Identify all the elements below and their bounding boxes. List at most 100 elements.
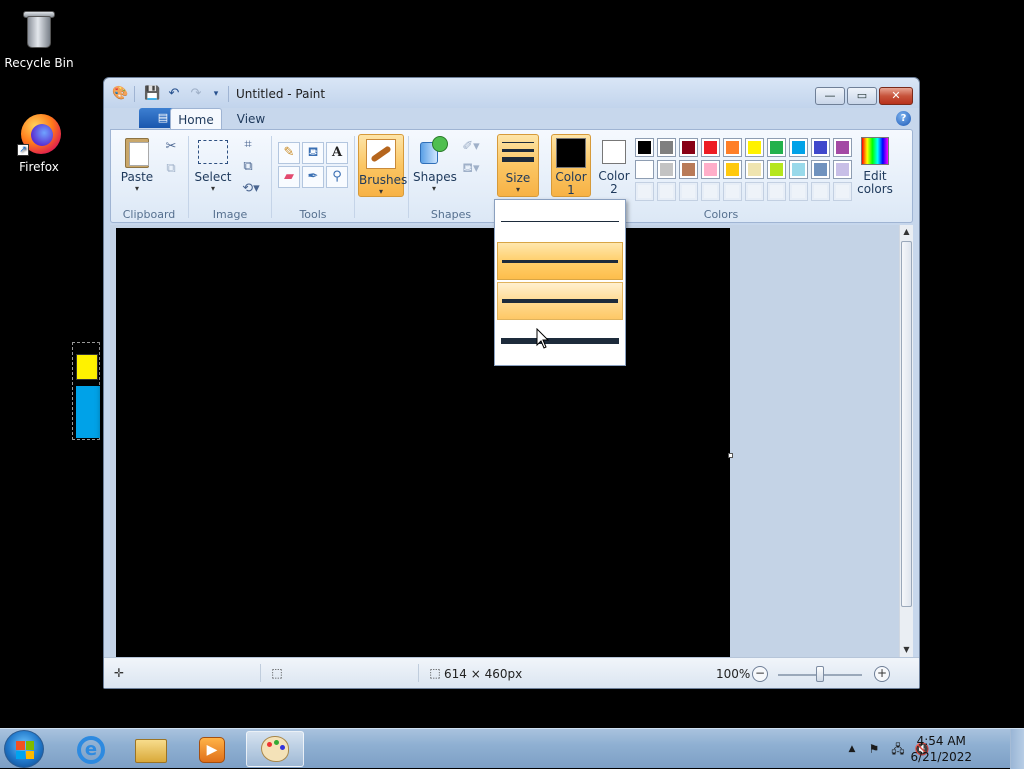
shapes-icon bbox=[418, 136, 450, 166]
palette-color-swatch[interactable] bbox=[745, 138, 764, 157]
shapes-button[interactable]: Shapes ▾ bbox=[413, 136, 457, 193]
palette-color-swatch[interactable] bbox=[657, 160, 676, 179]
help-icon[interactable]: ? bbox=[896, 111, 911, 126]
palette-color-swatch[interactable] bbox=[701, 138, 720, 157]
palette-color-swatch[interactable] bbox=[635, 160, 654, 179]
zoom-out-icon[interactable]: − bbox=[752, 666, 768, 682]
scroll-up-arrow-icon[interactable]: ▲ bbox=[900, 225, 913, 239]
palette-color-swatch[interactable] bbox=[723, 160, 742, 179]
outline-icon[interactable]: ✐▾ bbox=[457, 136, 485, 158]
media-player-icon: ▶ bbox=[199, 737, 225, 763]
drawing-canvas[interactable] bbox=[116, 228, 730, 658]
scroll-down-arrow-icon[interactable]: ▼ bbox=[900, 643, 913, 657]
shapes-group-label: Shapes bbox=[430, 208, 472, 221]
palette-custom-color-slot[interactable] bbox=[811, 182, 830, 201]
palette-custom-color-slot[interactable] bbox=[679, 182, 698, 201]
zoom-slider-thumb[interactable] bbox=[816, 666, 824, 682]
color-spectrum-icon bbox=[861, 137, 889, 165]
magnifier-icon[interactable]: ⚲ bbox=[326, 166, 348, 188]
start-button[interactable] bbox=[4, 730, 44, 768]
zoom-in-icon[interactable]: + bbox=[874, 666, 890, 682]
rotate-icon[interactable]: ⟲▾ bbox=[237, 178, 265, 200]
resize-icon[interactable]: ⧉ bbox=[237, 156, 259, 178]
palette-color-swatch[interactable] bbox=[767, 160, 786, 179]
size-option-3px[interactable] bbox=[497, 242, 623, 280]
show-desktop-button[interactable] bbox=[1010, 729, 1024, 769]
customize-toolbar-icon[interactable]: ▾ bbox=[208, 86, 224, 102]
palette-color-swatch[interactable] bbox=[833, 160, 852, 179]
size-option-8px[interactable] bbox=[497, 322, 623, 360]
paint-app-icon[interactable]: 🎨 bbox=[112, 86, 128, 102]
pencil-icon[interactable]: ✎ bbox=[278, 142, 300, 164]
paint-icon bbox=[261, 736, 289, 762]
tab-home[interactable]: Home bbox=[170, 108, 222, 130]
undo-icon[interactable]: ↶ bbox=[166, 86, 182, 102]
palette-color-swatch[interactable] bbox=[811, 160, 830, 179]
palette-custom-color-slot[interactable] bbox=[745, 182, 764, 201]
mouse-cursor-icon bbox=[536, 328, 550, 349]
close-button[interactable]: ✕ bbox=[879, 87, 913, 105]
paste-button[interactable]: Paste ▾ bbox=[117, 136, 157, 193]
fill-icon[interactable]: ⛾ bbox=[302, 142, 324, 164]
palette-custom-color-slot[interactable] bbox=[701, 182, 720, 201]
color1-button[interactable]: Color 1 bbox=[551, 134, 591, 197]
edit-colors-button[interactable]: Edit colors bbox=[855, 134, 895, 196]
crop-icon[interactable]: ⌗ bbox=[237, 134, 259, 156]
select-label: Select bbox=[194, 170, 232, 184]
size-option-1px[interactable] bbox=[497, 202, 623, 240]
copy-icon[interactable]: ⧉ bbox=[160, 158, 182, 180]
palette-color-swatch[interactable] bbox=[811, 138, 830, 157]
palette-color-swatch[interactable] bbox=[701, 160, 720, 179]
redo-icon[interactable]: ↷ bbox=[188, 86, 204, 102]
cut-icon[interactable]: ✂ bbox=[160, 136, 182, 158]
color2-button[interactable]: Color 2 bbox=[595, 134, 633, 197]
taskbar-media-player[interactable]: ▶ bbox=[182, 731, 240, 767]
palette-custom-color-slot[interactable] bbox=[723, 182, 742, 201]
palette-color-swatch[interactable] bbox=[635, 138, 654, 157]
save-icon[interactable]: 💾 bbox=[144, 86, 160, 102]
maximize-button[interactable]: ▭ bbox=[847, 87, 877, 105]
taskbar-paint[interactable] bbox=[246, 731, 304, 767]
palette-color-swatch[interactable] bbox=[679, 138, 698, 157]
firefox-desktop-icon[interactable]: ↗ Firefox bbox=[1, 112, 77, 174]
palette-custom-color-slot[interactable] bbox=[767, 182, 786, 201]
system-clock[interactable]: 4:54 AM 6/21/2022 bbox=[910, 733, 972, 765]
palette-color-swatch[interactable] bbox=[745, 160, 764, 179]
palette-custom-color-slot[interactable] bbox=[789, 182, 808, 201]
palette-custom-color-slot[interactable] bbox=[635, 182, 654, 201]
action-center-flag-icon[interactable]: ⚑ bbox=[866, 741, 882, 757]
minimize-button[interactable]: — bbox=[815, 87, 845, 105]
palette-color-swatch[interactable] bbox=[657, 138, 676, 157]
select-button[interactable]: Select ▾ bbox=[193, 136, 233, 193]
network-icon[interactable]: 🖧 bbox=[890, 741, 906, 757]
palette-custom-color-slot[interactable] bbox=[833, 182, 852, 201]
taskbar-internet-explorer[interactable]: e bbox=[62, 731, 120, 767]
paint-window: 🎨 💾 ↶ ↷ ▾ Untitled - Paint — ▭ ✕ ▤ ▾ Hom… bbox=[103, 77, 920, 689]
vertical-scrollbar[interactable]: ▲ ▼ bbox=[899, 225, 913, 657]
palette-color-swatch[interactable] bbox=[767, 138, 786, 157]
ribbon-tabs: ▤ ▾ Home View ? bbox=[110, 108, 913, 130]
shape-fill-icon[interactable]: ⛾▾ bbox=[457, 158, 485, 180]
scrollbar-thumb[interactable] bbox=[901, 241, 912, 607]
color-picker-icon[interactable]: ✒ bbox=[302, 166, 324, 188]
palette-color-swatch[interactable] bbox=[679, 160, 698, 179]
firefox-icon: ↗ bbox=[17, 112, 61, 156]
size-button[interactable]: Size ▾ bbox=[497, 134, 539, 197]
eraser-icon[interactable]: ▰ bbox=[278, 166, 300, 188]
canvas-dimensions: 614 × 460px bbox=[444, 667, 523, 681]
brushes-button[interactable]: Brushes ▾ bbox=[358, 134, 407, 197]
palette-color-swatch[interactable] bbox=[723, 138, 742, 157]
palette-color-swatch[interactable] bbox=[833, 138, 852, 157]
taskbar-windows-explorer[interactable] bbox=[122, 731, 180, 767]
canvas-size-icon: ⬚ bbox=[429, 666, 441, 680]
palette-custom-color-slot[interactable] bbox=[657, 182, 676, 201]
tools-group-label: Tools bbox=[299, 208, 327, 221]
palette-color-swatch[interactable] bbox=[789, 160, 808, 179]
show-hidden-icons-icon[interactable]: ▲ bbox=[844, 741, 860, 757]
recycle-bin-desktop-icon[interactable]: Recycle Bin bbox=[1, 8, 77, 70]
palette-color-swatch[interactable] bbox=[789, 138, 808, 157]
canvas-resize-handle[interactable] bbox=[728, 453, 733, 458]
tab-view[interactable]: View bbox=[226, 108, 276, 130]
size-option-5px[interactable] bbox=[497, 282, 623, 320]
text-icon[interactable]: A bbox=[326, 142, 348, 164]
